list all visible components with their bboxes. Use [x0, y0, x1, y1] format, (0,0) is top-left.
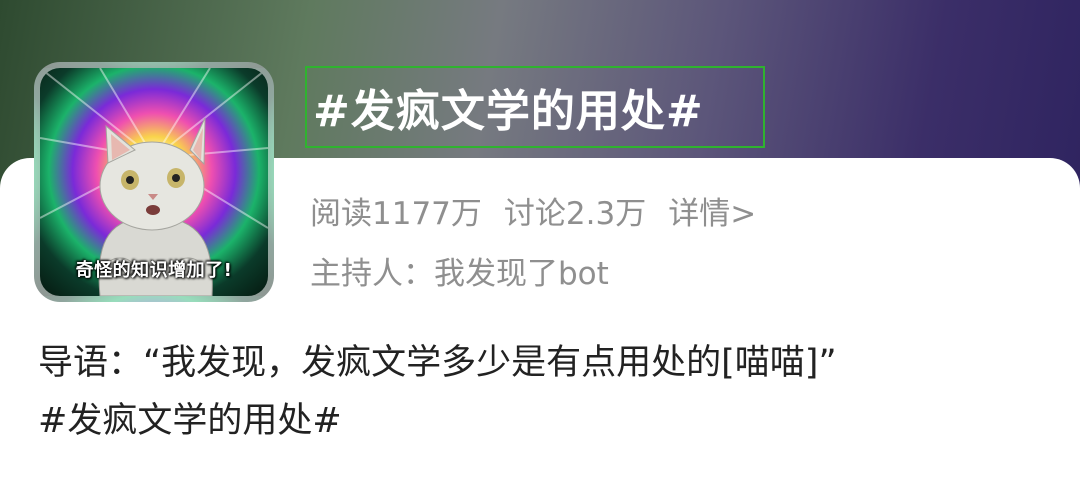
topic-title-box[interactable]: #发疯文学的用处#: [305, 66, 765, 148]
discussion-count: 讨论2.3万: [503, 195, 647, 232]
topic-intro: 导语：“我发现，发疯文学多少是有点用处的[喵喵]” #发疯文学的用处#: [38, 334, 1048, 450]
intro-hashtag[interactable]: #发疯文学的用处#: [38, 392, 1048, 450]
thumbnail-caption: 奇怪的知识增加了!: [75, 260, 233, 281]
topic-stats: 阅读1177万 讨论2.3万 详情>: [310, 186, 756, 234]
read-count: 阅读1177万: [310, 195, 482, 232]
details-link[interactable]: 详情>: [668, 188, 756, 233]
intro-text: 导语：“我发现，发疯文学多少是有点用处的[喵喵]”: [38, 343, 837, 383]
topic-thumbnail[interactable]: 奇怪的知识增加了!: [34, 62, 274, 302]
topic-host[interactable]: 主持人：我发现了bot: [310, 246, 609, 294]
host-label: 主持人：我发现了bot: [310, 255, 609, 292]
topic-title: #发疯文学的用处#: [313, 86, 704, 137]
